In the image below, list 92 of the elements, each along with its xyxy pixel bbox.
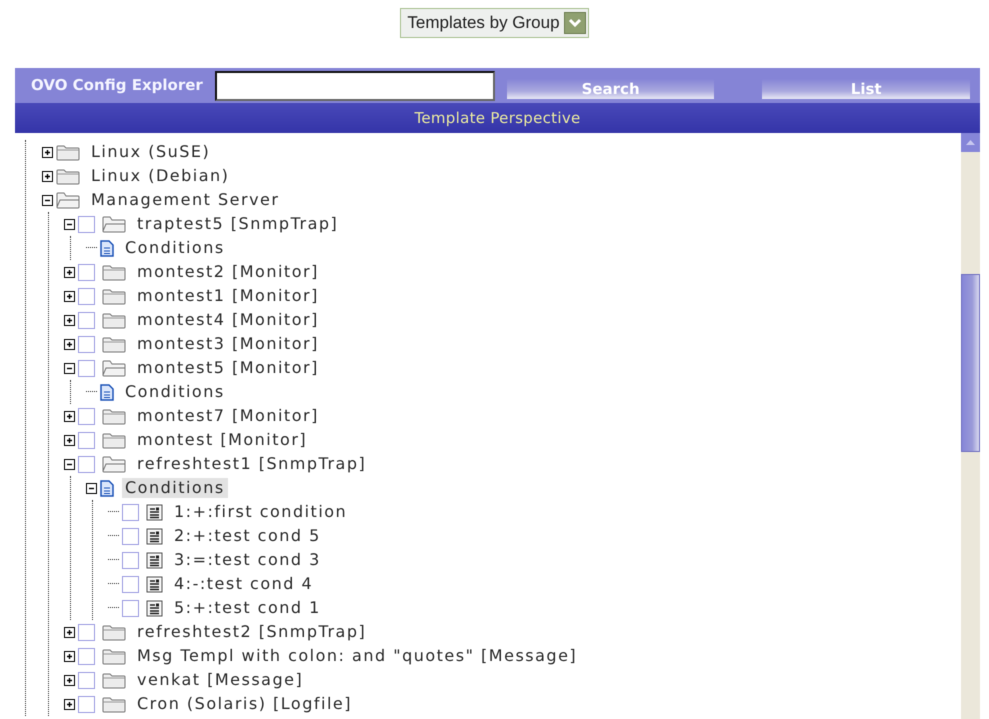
scroll-thumb[interactable] [961, 274, 980, 452]
tree-item[interactable]: 2:+:test cond 5 [171, 526, 324, 546]
tree-item[interactable]: 1:+:first condition [171, 502, 350, 522]
folder-icon [56, 144, 80, 160]
tree-item[interactable]: montest5 [Monitor] [134, 358, 322, 378]
checkbox[interactable] [78, 216, 95, 232]
explorer-title: OVO Config Explorer [31, 75, 203, 96]
group-dropdown[interactable]: Templates by Group [400, 8, 589, 38]
condition-icon [146, 552, 163, 568]
search-field[interactable] [214, 70, 495, 100]
checkbox[interactable] [78, 696, 95, 712]
tree-item[interactable]: Linux (SuSE) [88, 142, 214, 162]
vertical-scrollbar[interactable] [961, 133, 980, 719]
tree-item[interactable]: Linux (Debian) [88, 166, 232, 186]
perspective-bar: Template Perspective [15, 103, 980, 133]
collapse-icon[interactable] [64, 218, 75, 230]
tree-item[interactable]: 3:=:test cond 3 [171, 550, 324, 570]
checkbox[interactable] [78, 288, 95, 304]
dropdown-value: Templates by Group [407, 12, 560, 34]
condition-icon [146, 504, 163, 520]
checkbox[interactable] [122, 528, 139, 544]
tree-item[interactable]: 5:+:test cond 1 [171, 598, 324, 618]
checkbox[interactable] [78, 336, 95, 352]
expand-icon[interactable] [64, 626, 75, 638]
checkbox[interactable] [78, 672, 95, 688]
expand-icon[interactable] [42, 146, 53, 158]
folder-icon [102, 264, 126, 280]
checkbox[interactable] [78, 312, 95, 328]
tree-item[interactable]: Management Server [88, 190, 282, 210]
tree-item[interactable]: venkat [Message] [134, 670, 306, 690]
expand-icon[interactable] [64, 674, 75, 686]
tree-item[interactable]: montest3 [Monitor] [134, 334, 322, 354]
tree-item[interactable]: montest2 [Monitor] [134, 262, 322, 282]
tree-item[interactable]: refreshtest2 [SnmpTrap] [134, 622, 370, 642]
expand-icon[interactable] [64, 290, 75, 302]
checkbox[interactable] [78, 648, 95, 664]
scroll-up-icon[interactable] [961, 133, 980, 152]
checkbox[interactable] [78, 264, 95, 280]
checkbox[interactable] [122, 552, 139, 568]
expand-icon[interactable] [64, 698, 75, 710]
tree-item[interactable]: montest4 [Monitor] [134, 310, 322, 330]
expand-icon[interactable] [64, 338, 75, 350]
folder-icon [102, 288, 126, 304]
tree-item[interactable]: montest7 [Monitor] [134, 406, 322, 426]
tree-item[interactable]: montest1 [Monitor] [134, 286, 322, 306]
tree-item[interactable]: traptest5 [SnmpTrap] [134, 214, 342, 234]
folder-icon [102, 432, 126, 448]
expand-icon[interactable] [64, 266, 75, 278]
expand-icon[interactable] [64, 410, 75, 422]
collapse-icon[interactable] [42, 194, 53, 206]
collapse-icon[interactable] [86, 482, 97, 494]
tree-item[interactable]: Conditions [122, 238, 228, 258]
open-folder-icon [102, 456, 126, 472]
expand-icon[interactable] [64, 314, 75, 326]
document-icon [100, 384, 114, 400]
checkbox[interactable] [78, 408, 95, 424]
condition-icon [146, 528, 163, 544]
tree-item[interactable]: 4:-:test cond 4 [171, 574, 316, 594]
expand-icon[interactable] [42, 170, 53, 182]
open-folder-icon [56, 192, 80, 208]
open-folder-icon [102, 216, 126, 232]
tree-item[interactable]: Conditions [122, 382, 228, 402]
checkbox[interactable] [78, 432, 95, 448]
tree-item[interactable]: Conditions [122, 478, 228, 498]
condition-icon [146, 576, 163, 592]
folder-icon [102, 624, 126, 640]
expand-icon[interactable] [64, 434, 75, 446]
condition-icon [146, 600, 163, 616]
folder-icon [102, 696, 126, 712]
checkbox[interactable] [122, 576, 139, 592]
tree-item[interactable]: refreshtest1 [SnmpTrap] [134, 454, 370, 474]
folder-icon [56, 168, 80, 184]
folder-icon [102, 312, 126, 328]
chevron-down-icon [568, 18, 582, 28]
checkbox[interactable] [122, 504, 139, 520]
folder-icon [102, 336, 126, 352]
folder-icon [102, 408, 126, 424]
document-icon [100, 240, 114, 256]
open-folder-icon [102, 360, 126, 376]
tree-item[interactable]: Cron (Solaris) [Logfile] [134, 694, 355, 714]
tree-item[interactable]: montest [Monitor] [134, 430, 310, 450]
expand-icon[interactable] [64, 650, 75, 662]
checkbox[interactable] [122, 600, 139, 616]
tree-item[interactable]: Msg Templ with colon: and "quotes" [Message] [134, 646, 580, 666]
folder-icon [102, 648, 126, 664]
document-icon [100, 480, 114, 496]
checkbox[interactable] [78, 360, 95, 376]
folder-icon [102, 672, 126, 688]
checkbox[interactable] [78, 456, 95, 472]
collapse-icon[interactable] [64, 362, 75, 374]
checkbox[interactable] [78, 624, 95, 640]
collapse-icon[interactable] [64, 458, 75, 470]
